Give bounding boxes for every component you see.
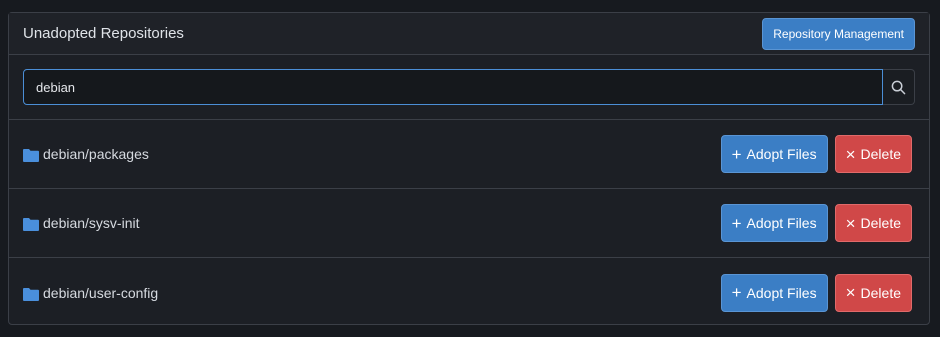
folder-icon xyxy=(23,149,39,162)
repo-name: debian/user-config xyxy=(23,285,158,301)
unadopted-repositories-panel: Unadopted Repositories Repository Manage… xyxy=(8,12,930,325)
delete-label: Delete xyxy=(860,146,901,162)
adopt-files-label: Adopt Files xyxy=(746,146,817,162)
repo-actions: + Adopt Files × Delete xyxy=(720,204,912,242)
adopt-files-label: Adopt Files xyxy=(746,284,817,301)
delete-button[interactable]: × Delete xyxy=(834,204,912,242)
repo-list: debian/packages + Adopt Files × Delete d… xyxy=(9,120,929,327)
folder-icon xyxy=(23,218,39,231)
adopt-files-button[interactable]: + Adopt Files xyxy=(720,273,828,312)
close-icon: × xyxy=(845,283,856,302)
plus-icon: + xyxy=(731,213,742,233)
repo-name-label[interactable]: debian/packages xyxy=(43,146,149,162)
repository-management-button[interactable]: Repository Management xyxy=(762,17,915,50)
repo-row: debian/sysv-init + Adopt Files × Delete xyxy=(9,189,929,258)
search-bar xyxy=(23,69,915,105)
delete-button[interactable]: × Delete xyxy=(834,273,912,312)
repo-actions: + Adopt Files × Delete xyxy=(720,135,912,173)
plus-icon: + xyxy=(731,283,742,302)
adopt-files-button[interactable]: + Adopt Files xyxy=(720,204,828,242)
adopt-files-button[interactable]: + Adopt Files xyxy=(720,135,828,173)
search-button[interactable] xyxy=(883,69,915,105)
repo-name-label[interactable]: debian/user-config xyxy=(43,285,158,301)
adopt-files-label: Adopt Files xyxy=(746,215,817,231)
folder-icon xyxy=(23,287,39,301)
delete-label: Delete xyxy=(860,284,901,301)
delete-label: Delete xyxy=(860,215,901,231)
repo-name: debian/sysv-init xyxy=(23,215,140,231)
search-area xyxy=(9,55,929,120)
repo-row: debian/user-config + Adopt Files × Delet… xyxy=(9,258,929,327)
panel-header: Unadopted Repositories Repository Manage… xyxy=(9,13,929,55)
repo-name: debian/packages xyxy=(23,146,149,162)
delete-button[interactable]: × Delete xyxy=(834,135,912,173)
panel-title: Unadopted Repositories xyxy=(23,25,184,42)
repo-name-label[interactable]: debian/sysv-init xyxy=(43,215,140,231)
plus-icon: + xyxy=(731,144,742,164)
close-icon: × xyxy=(845,144,856,164)
repo-row: debian/packages + Adopt Files × Delete xyxy=(9,120,929,189)
repo-actions: + Adopt Files × Delete xyxy=(720,273,912,312)
search-input[interactable] xyxy=(23,69,883,105)
close-icon: × xyxy=(845,213,856,233)
search-icon xyxy=(891,80,906,94)
